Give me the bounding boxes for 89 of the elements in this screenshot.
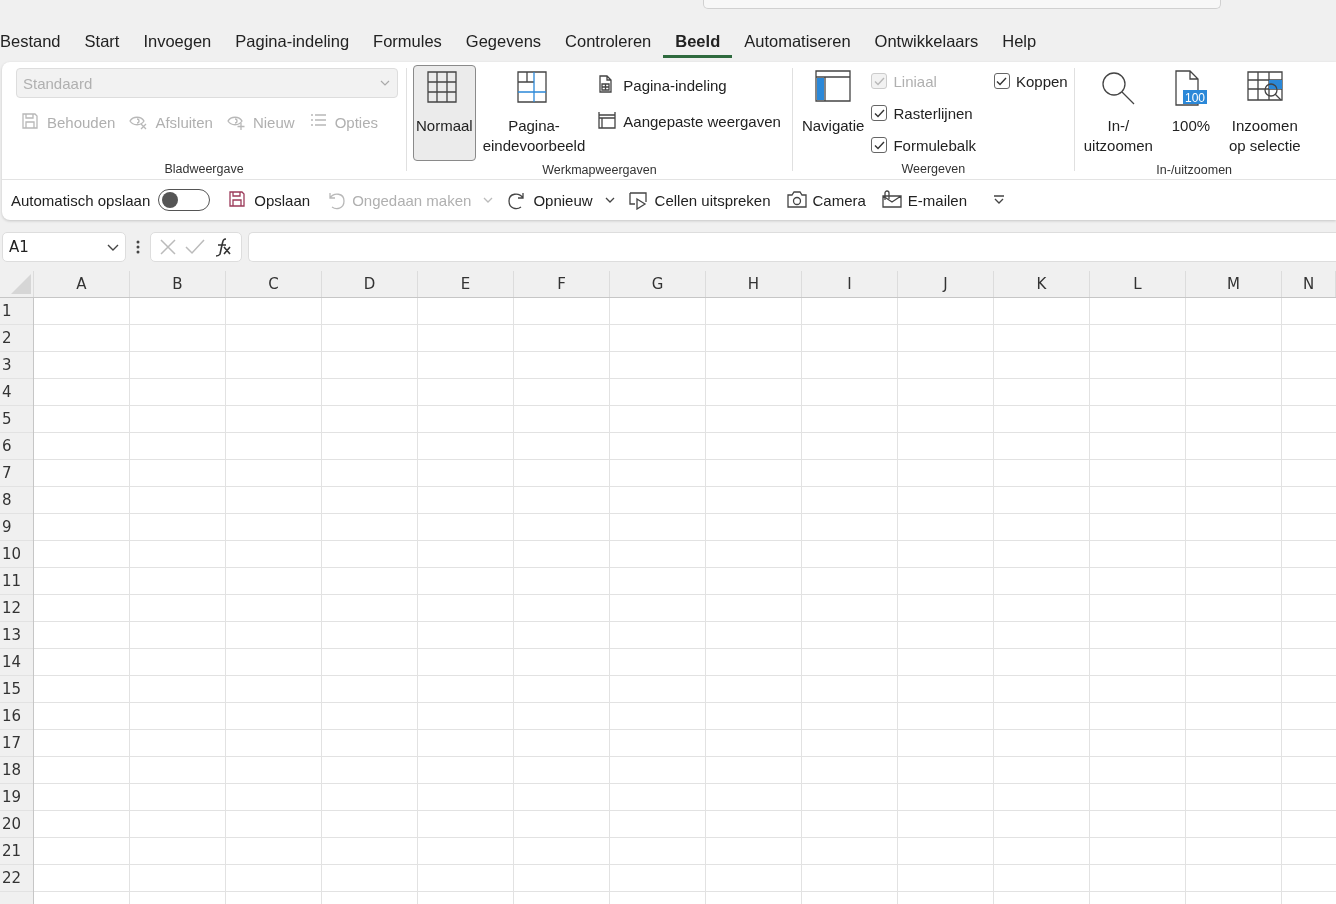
column-header[interactable]: H	[706, 271, 802, 297]
row-header[interactable]: 3	[0, 352, 33, 379]
row-header[interactable]: 20	[0, 811, 33, 838]
toolbar-button[interactable]: E-mailen	[875, 186, 974, 214]
function-icon[interactable]	[213, 237, 233, 257]
checkbox[interactable]: Koppen	[994, 65, 1068, 97]
ribbon-tab[interactable]: Controleren	[553, 26, 664, 58]
row-header[interactable]: 16	[0, 703, 33, 730]
toolbar-button[interactable]: Cellen uitspreken	[622, 186, 777, 214]
ribbon-tab[interactable]: Start	[72, 26, 132, 58]
row-header[interactable]: 21	[0, 838, 33, 865]
ribbon-tab[interactable]: Beeld	[663, 26, 733, 58]
row-header[interactable]: 2	[0, 325, 33, 352]
row-header[interactable]: 1	[0, 298, 33, 325]
checkmark-icon	[873, 140, 885, 150]
magnifier-icon	[1100, 70, 1137, 106]
row-header[interactable]: 11	[0, 568, 33, 595]
row-header[interactable]: 13	[0, 622, 33, 649]
group-label: In-/uitzoomen	[1155, 163, 1234, 179]
column-header[interactable]: M	[1186, 271, 1282, 297]
checkbox[interactable]: Rasterlijnen	[871, 97, 976, 129]
checkmark-icon	[873, 76, 885, 86]
ribbon-large-button[interactable]: In-/ uitzoomen	[1080, 65, 1156, 163]
select-all-icon[interactable]	[11, 274, 31, 294]
row-header[interactable]: 6	[0, 433, 33, 460]
column-header[interactable]: C	[226, 271, 322, 297]
caret-icon[interactable]	[604, 197, 615, 203]
ribbon-tab[interactable]: Invoegen	[131, 26, 224, 58]
group-label: Werkmapweergaven	[541, 163, 658, 179]
toolbar-button[interactable]: Opnieuw	[501, 186, 599, 214]
camera-icon	[786, 190, 807, 210]
autosave-toggle[interactable]	[158, 189, 211, 211]
column-header[interactable]: L	[1090, 271, 1186, 297]
undo-icon	[326, 190, 347, 210]
row-header[interactable]: 19	[0, 784, 33, 811]
ribbon-tab[interactable]: Help	[990, 26, 1049, 58]
column-header[interactable]: G	[610, 271, 706, 297]
row-header[interactable]: 14	[0, 649, 33, 676]
window-icon	[597, 111, 618, 131]
ribbon-large-button[interactable]: Navigatie	[798, 65, 868, 143]
more-icon[interactable]	[136, 240, 140, 254]
row-header[interactable]: 7	[0, 460, 33, 487]
play-screen-icon	[628, 190, 649, 210]
name-box[interactable]: A1	[2, 232, 126, 262]
overflow-icon[interactable]	[993, 195, 1006, 205]
checkmark-icon	[873, 108, 885, 118]
row-header[interactable]: 15	[0, 676, 33, 703]
column-header[interactable]: J	[898, 271, 994, 297]
ribbon-large-button[interactable]: Pagina- eindevoorbeeld	[479, 65, 589, 163]
ribbon-tab[interactable]: Gegevens	[453, 26, 554, 58]
ribbon-large-button[interactable]: Normaal	[413, 65, 476, 161]
checkbox[interactable]: Formulebalk	[871, 129, 976, 161]
cancel-icon[interactable]	[159, 238, 177, 256]
ribbon-tab[interactable]: Ontwikkelaars	[862, 26, 991, 58]
row-header[interactable]: 18	[0, 757, 33, 784]
check-icon[interactable]	[185, 238, 205, 256]
row-header[interactable]: 10	[0, 541, 33, 568]
row-header[interactable]: 9	[0, 514, 33, 541]
row-header[interactable]: 5	[0, 406, 33, 433]
checkmark-icon	[996, 76, 1008, 86]
row-header[interactable]: 4	[0, 379, 33, 406]
column-header[interactable]: D	[322, 271, 418, 297]
column-header[interactable]: N	[1282, 271, 1336, 297]
column-header[interactable]: E	[418, 271, 514, 297]
toolbar-button[interactable]: Camera	[780, 186, 872, 214]
column-header[interactable]: K	[994, 271, 1090, 297]
column-header[interactable]: I	[802, 271, 898, 297]
ribbon-tab[interactable]: Pagina-indeling	[223, 26, 362, 58]
ribbon-tab[interactable]: Formules	[361, 26, 454, 58]
ribbon-button[interactable]: Pagina-indeling	[592, 71, 786, 99]
column-header[interactable]: F	[514, 271, 610, 297]
toolbar-button[interactable]: Opslaan	[222, 186, 317, 214]
ribbon-button[interactable]: Aangepaste weergaven	[592, 107, 786, 135]
group-label: Bladweergave	[163, 162, 245, 178]
row-header[interactable]: 22	[0, 865, 33, 892]
formula-input[interactable]	[248, 232, 1336, 262]
ribbon-tab[interactable]: Bestand	[0, 26, 73, 58]
column-header[interactable]: B	[130, 271, 226, 297]
row-header[interactable]: 17	[0, 730, 33, 757]
mail-icon	[881, 190, 902, 210]
row-header[interactable]: 8	[0, 487, 33, 514]
ribbon-large-button[interactable]: Inzoomen op selectie	[1225, 65, 1304, 163]
group-label: Weergeven	[900, 162, 967, 178]
ribbon-large-button[interactable]: 100 100%	[1159, 65, 1222, 143]
autosave-label: Automatisch opslaan	[11, 191, 151, 209]
save-icon	[21, 112, 41, 132]
column-header[interactable]: A	[34, 271, 130, 297]
row-header[interactable]: 12	[0, 595, 33, 622]
ribbon-tab[interactable]: Automatiseren	[732, 26, 863, 58]
